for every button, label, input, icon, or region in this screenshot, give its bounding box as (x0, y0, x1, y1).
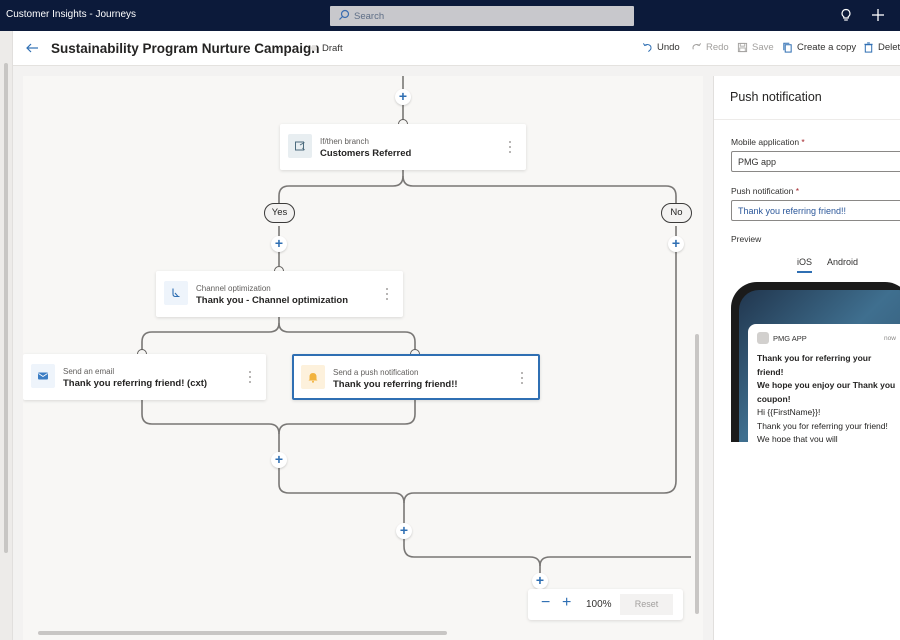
status-badge: Draft (322, 43, 343, 54)
node-name: Thank you - Channel optimization (196, 295, 348, 306)
app-title[interactable]: Customer Insights - Journeys (6, 9, 136, 20)
node-send-push-notification[interactable]: Send a push notification Thank you refer… (292, 354, 540, 400)
undo-icon (642, 43, 652, 52)
journey-canvas[interactable]: + If/then branch Customers Referred Yes … (23, 76, 703, 640)
undo-label: Undo (657, 42, 680, 53)
lightbulb-icon[interactable] (838, 7, 854, 23)
mobile-application-field[interactable]: PMG app (731, 151, 900, 172)
save-label: Save (752, 42, 774, 53)
more-options-icon[interactable] (386, 288, 389, 300)
more-options-icon[interactable] (509, 141, 512, 153)
notification-preview: PMG APP now Thank you for referring your… (748, 324, 900, 442)
notification-body: Thank you for referring your friend! We … (757, 352, 897, 442)
push-notification-label: Push notification * (731, 186, 799, 196)
node-send-email[interactable]: Send an email Thank you referring friend… (23, 354, 266, 400)
connector-merge-right (278, 400, 416, 435)
connector-branch-split (278, 170, 404, 206)
back-arrow-icon[interactable] (25, 41, 39, 55)
panel-divider (714, 119, 900, 120)
delete-label: Delete (878, 42, 900, 53)
create-copy-button[interactable]: Create a copy (782, 42, 856, 53)
phone-preview: PMG APP now Thank you for referring your… (731, 282, 900, 442)
save-button[interactable]: Save (737, 42, 774, 53)
connector-right-incoming (539, 556, 691, 567)
node-name: Thank you referring friend! (cxt) (63, 378, 208, 389)
node-channel-optimization[interactable]: Channel optimization Thank you - Channel… (156, 271, 403, 317)
label-text: Mobile application (731, 137, 800, 147)
connector-channel-split-right (278, 322, 416, 350)
node-type: Send an email (63, 367, 115, 376)
node-type: Send a push notification (333, 368, 419, 377)
node-type: If/then branch (320, 137, 369, 146)
copy-icon (783, 42, 792, 53)
left-rail-scrollbar[interactable] (4, 63, 8, 553)
bell-icon (301, 365, 325, 389)
zoom-out-button[interactable]: − (541, 594, 550, 612)
mobile-application-label: Mobile application * (731, 137, 805, 147)
status-dot (311, 45, 317, 51)
node-name: Thank you referring friend!! (333, 379, 458, 390)
top-bar: Customer Insights - Journeys Search (0, 0, 900, 31)
required-marker: * (795, 186, 800, 196)
search-icon (339, 9, 350, 20)
push-notification-field[interactable]: Thank you referring friend!! (731, 200, 900, 221)
notification-app-name: PMG APP (773, 334, 807, 343)
tab-android[interactable]: Android (827, 257, 858, 267)
zoom-controls: − + 100% Reset (528, 589, 683, 620)
add-step-button[interactable]: + (396, 523, 412, 539)
connector-main (403, 503, 541, 576)
zoom-in-button[interactable]: + (562, 594, 571, 612)
command-bar: Sustainability Program Nurture Campaign … (13, 31, 900, 66)
node-name: Customers Referred (320, 148, 412, 159)
create-copy-label: Create a copy (797, 42, 857, 53)
left-rail (0, 31, 13, 640)
undo-button[interactable]: Undo (642, 42, 680, 53)
zoom-reset-button[interactable]: Reset (620, 594, 673, 615)
notification-time: now (884, 335, 896, 342)
add-step-button[interactable]: + (395, 89, 411, 105)
add-step-button-yes[interactable]: + (271, 236, 287, 252)
connector-yes-bottom (278, 434, 405, 504)
save-icon (737, 42, 748, 53)
add-icon[interactable] (870, 7, 886, 23)
more-options-icon[interactable] (521, 372, 524, 384)
notification-message: Thank you for referring your friend! We … (757, 420, 888, 443)
notification-subtitle: We hope you enjoy our Thank you coupon! (757, 380, 896, 404)
connector-channel-split (141, 316, 280, 350)
branch-yes-label[interactable]: Yes (264, 203, 295, 223)
branch-icon (288, 134, 312, 158)
connector-branch-split-right (402, 175, 677, 206)
add-step-button[interactable]: + (532, 573, 548, 589)
node-type: Channel optimization (196, 284, 271, 293)
notification-greeting: Hi {{FirstName}}! (757, 407, 821, 417)
properties-panel: Push notification Mobile application * P… (713, 76, 900, 640)
preview-label: Preview (731, 234, 762, 244)
channel-optimization-icon (164, 281, 188, 305)
tab-ios[interactable]: iOS (797, 257, 813, 273)
required-marker: * (801, 137, 805, 147)
add-step-button-no[interactable]: + (668, 236, 684, 252)
search-placeholder: Search (354, 11, 385, 22)
redo-icon (692, 43, 702, 50)
delete-button[interactable]: Delete (863, 42, 900, 53)
search-box[interactable]: Search (330, 6, 634, 26)
email-icon (31, 364, 55, 388)
connector-merge-left (141, 400, 280, 435)
branch-no-label[interactable]: No (661, 203, 692, 223)
panel-title: Push notification (730, 90, 822, 104)
notification-title: Thank you for referring your friend! (757, 353, 872, 377)
app-icon (757, 332, 769, 344)
zoom-level: 100% (586, 599, 612, 610)
redo-label: Redo (706, 42, 729, 53)
redo-button[interactable]: Redo (691, 42, 729, 53)
label-text: Push notification (731, 186, 794, 196)
page-title: Sustainability Program Nurture Campaign (51, 41, 320, 56)
node-if-then-branch[interactable]: If/then branch Customers Referred (280, 124, 526, 170)
add-step-button[interactable]: + (271, 452, 287, 468)
more-options-icon[interactable] (249, 371, 252, 383)
canvas-vertical-scrollbar[interactable] (695, 334, 699, 614)
canvas-horizontal-scrollbar[interactable] (38, 631, 447, 635)
delete-icon (864, 42, 873, 53)
